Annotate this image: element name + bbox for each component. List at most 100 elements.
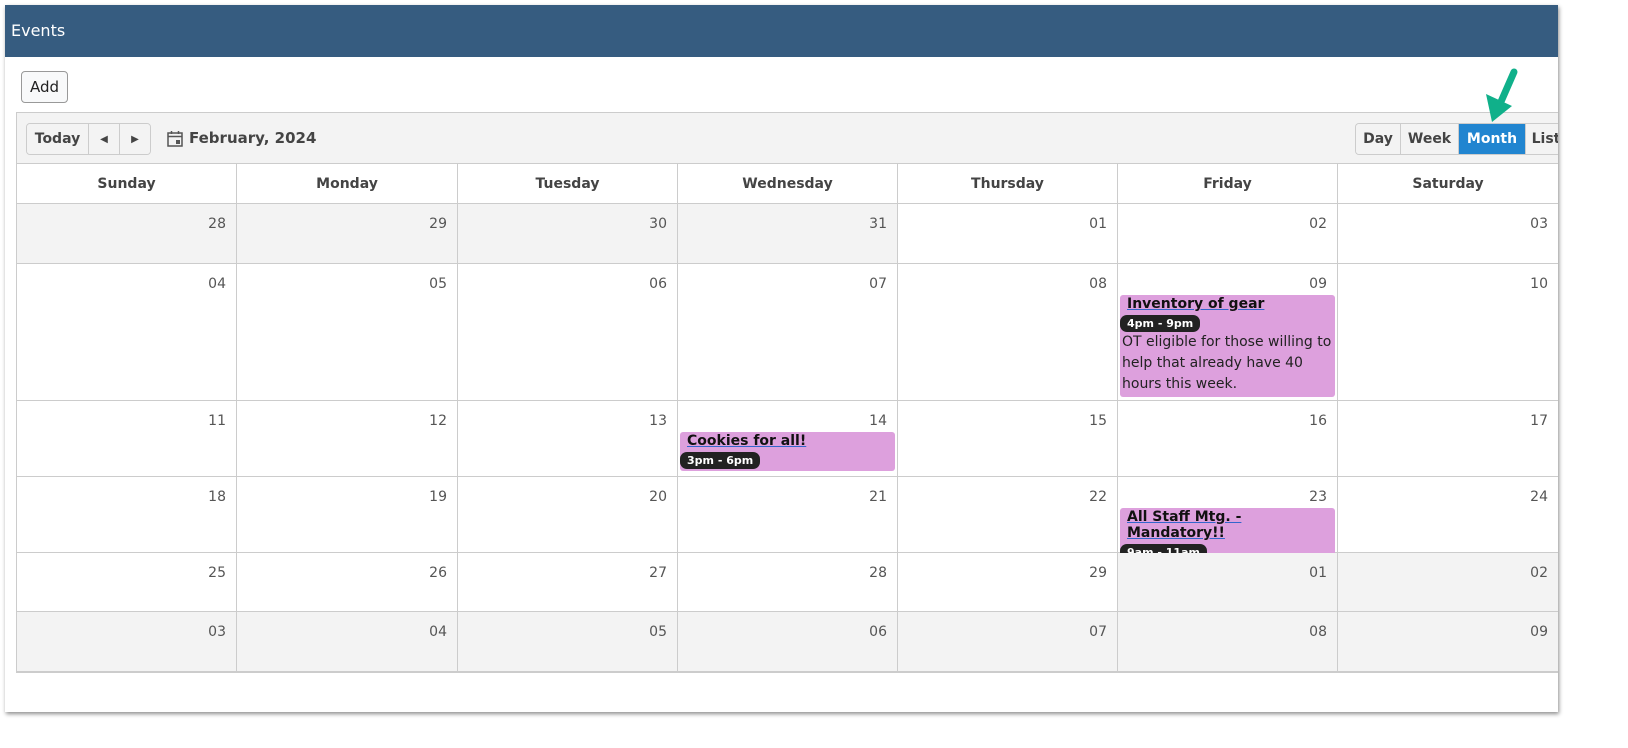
- month-title: February, 2024: [189, 129, 317, 147]
- calendar-event[interactable]: Inventory of gear 4pm - 9pm OT eligible fo…: [1120, 295, 1335, 397]
- calendar-toolbar: Today ◀ ▶ February, 2024 Day Week Month Lis…: [17, 113, 1558, 164]
- day-cell[interactable]: 30: [458, 204, 678, 264]
- prev-button[interactable]: ◀: [89, 124, 120, 154]
- day-cell[interactable]: 20: [458, 477, 678, 553]
- day-header-monday: Monday: [237, 164, 458, 204]
- day-header-thursday: Thursday: [898, 164, 1118, 204]
- day-cell[interactable]: 11: [17, 401, 237, 477]
- day-cell[interactable]: 24: [1338, 477, 1558, 553]
- day-cell[interactable]: 21: [678, 477, 898, 553]
- nav-button-group: Today ◀ ▶: [26, 123, 151, 155]
- day-number: 22: [1089, 489, 1107, 505]
- day-number: 14: [869, 413, 887, 429]
- add-button[interactable]: Add: [21, 71, 68, 103]
- events-window: Events Add Today ◀ ▶ February, 2024 Day W…: [5, 5, 1558, 712]
- day-cell[interactable]: 13: [458, 401, 678, 477]
- triangle-right-icon: ▶: [131, 133, 139, 145]
- day-number: 30: [649, 216, 667, 232]
- day-cell[interactable]: 28: [678, 553, 898, 612]
- event-description: OT eligible for those willing to help th…: [1122, 334, 1332, 392]
- day-cell[interactable]: 25: [17, 553, 237, 612]
- view-button-month[interactable]: Month: [1459, 124, 1526, 154]
- day-cell[interactable]: 06: [678, 612, 898, 672]
- day-number: 08: [1309, 624, 1327, 640]
- day-cell[interactable]: 31: [678, 204, 898, 264]
- day-cell[interactable]: 14 Cookies for all! 3pm - 6pm: [678, 401, 898, 477]
- next-button[interactable]: ▶: [120, 124, 150, 154]
- window-title: Events: [11, 21, 66, 40]
- day-cell[interactable]: 29: [237, 204, 458, 264]
- event-title[interactable]: Inventory of gear: [1120, 295, 1335, 312]
- day-header-sunday: Sunday: [17, 164, 237, 204]
- day-number: 04: [429, 624, 447, 640]
- today-button[interactable]: Today: [27, 124, 89, 154]
- calendar-icon: [167, 130, 183, 147]
- day-cell[interactable]: 09: [1338, 612, 1558, 672]
- day-number: 05: [649, 624, 667, 640]
- view-button-day[interactable]: Day: [1356, 124, 1401, 154]
- day-cell[interactable]: 27: [458, 553, 678, 612]
- day-number: 04: [208, 276, 226, 292]
- day-cell[interactable]: 05: [458, 612, 678, 672]
- day-header-tuesday: Tuesday: [458, 164, 678, 204]
- event-time-badge: 4pm - 9pm: [1120, 315, 1201, 332]
- event-title[interactable]: Cookies for all!: [680, 432, 895, 449]
- day-number: 20: [649, 489, 667, 505]
- day-number: 29: [1089, 565, 1107, 581]
- window-header: Events: [5, 5, 1558, 57]
- day-cell[interactable]: 23All Staff Mtg. - Mandatory!!9am - 11am: [1118, 477, 1338, 563]
- day-number: 15: [1089, 413, 1107, 429]
- calendar-title: February, 2024: [167, 129, 316, 147]
- day-cell[interactable]: 18: [17, 477, 237, 553]
- day-header-wednesday: Wednesday: [678, 164, 898, 204]
- day-number: 24: [1530, 489, 1548, 505]
- day-cell[interactable]: 04: [237, 612, 458, 672]
- day-cell[interactable]: 28: [17, 204, 237, 264]
- day-number: 19: [429, 489, 447, 505]
- day-cell[interactable]: 08: [898, 264, 1118, 401]
- view-button-group: Day Week Month List: [1355, 123, 1558, 155]
- day-cell[interactable]: 29: [898, 553, 1118, 612]
- month-grid: Sunday Monday Tuesday Wednesday Thursday Frid…: [17, 164, 1558, 672]
- day-cell[interactable]: 03: [1338, 204, 1558, 264]
- day-number: 03: [208, 624, 226, 640]
- day-cell[interactable]: 16: [1118, 401, 1338, 477]
- day-cell[interactable]: 01: [1118, 553, 1338, 612]
- day-number: 26: [429, 565, 447, 581]
- day-number: 01: [1309, 565, 1327, 581]
- day-number: 12: [429, 413, 447, 429]
- day-cell[interactable]: 10: [1338, 264, 1558, 401]
- day-cell[interactable]: 09 Inventory of gear 4pm - 9pm OT eligible …: [1118, 264, 1338, 401]
- day-number: 01: [1089, 216, 1107, 232]
- day-cell[interactable]: 02: [1118, 204, 1338, 264]
- day-cell[interactable]: 22: [898, 477, 1118, 553]
- day-cell[interactable]: 05: [237, 264, 458, 401]
- day-cell[interactable]: 07: [898, 612, 1118, 672]
- day-header-friday: Friday: [1118, 164, 1338, 204]
- day-cell[interactable]: 06: [458, 264, 678, 401]
- day-number: 10: [1530, 276, 1548, 292]
- day-cell[interactable]: 04: [17, 264, 237, 401]
- day-number: 21: [869, 489, 887, 505]
- view-button-week[interactable]: Week: [1401, 124, 1459, 154]
- event-title[interactable]: All Staff Mtg. - Mandatory!!: [1120, 508, 1335, 541]
- day-cell[interactable]: 12: [237, 401, 458, 477]
- day-number: 09: [1530, 624, 1548, 640]
- day-cell[interactable]: 17: [1338, 401, 1558, 477]
- day-cell[interactable]: 01: [898, 204, 1118, 264]
- day-cell[interactable]: 08: [1118, 612, 1338, 672]
- day-number: 16: [1309, 413, 1327, 429]
- day-cell[interactable]: 15: [898, 401, 1118, 477]
- day-cell[interactable]: 02: [1338, 553, 1558, 612]
- view-button-list[interactable]: List: [1526, 124, 1558, 154]
- day-cell[interactable]: 19: [237, 477, 458, 553]
- day-header-saturday: Saturday: [1338, 164, 1558, 204]
- day-number: 23: [1309, 489, 1327, 505]
- day-number: 27: [649, 565, 667, 581]
- day-number: 06: [869, 624, 887, 640]
- day-cell[interactable]: 07: [678, 264, 898, 401]
- day-cell[interactable]: 03: [17, 612, 237, 672]
- calendar-event[interactable]: Cookies for all! 3pm - 6pm: [680, 432, 895, 471]
- green-arrow-annotation: [1486, 68, 1518, 122]
- day-cell[interactable]: 26: [237, 553, 458, 612]
